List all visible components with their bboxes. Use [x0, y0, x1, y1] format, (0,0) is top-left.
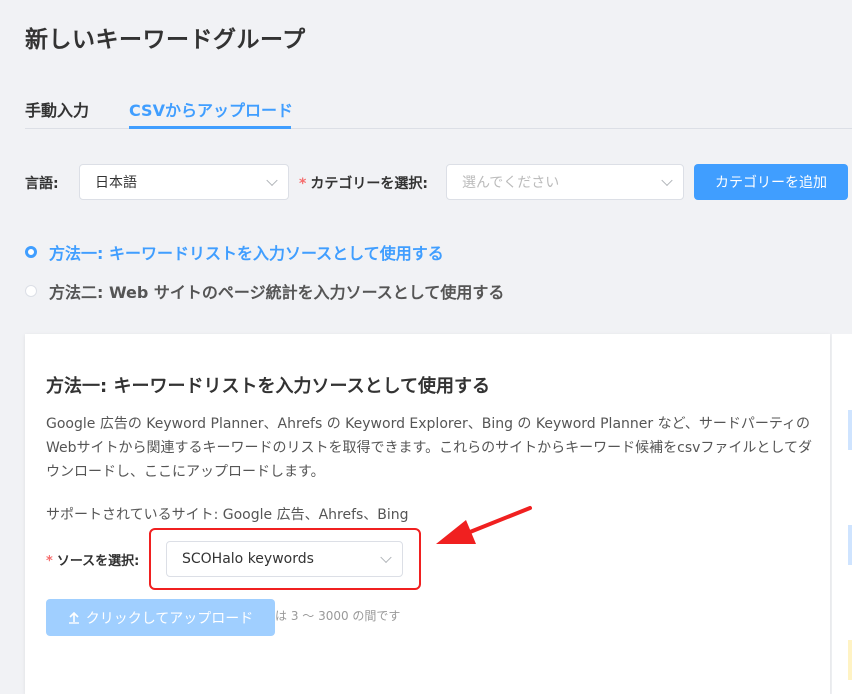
source-label-text: ソースを選択:	[56, 554, 140, 569]
language-select[interactable]: 日本語	[79, 164, 289, 200]
upload-hint: は 3 ～ 3000 の間です	[275, 609, 401, 623]
category-label: * カテゴリーを選択:	[299, 173, 428, 193]
tab-manual-input[interactable]: 手動入力	[25, 97, 89, 121]
required-mark: *	[299, 176, 307, 192]
side-panel-accent	[848, 640, 852, 680]
method-two-label: 方法二: Web サイトのページ統計を入力ソースとして使用する	[49, 283, 505, 302]
category-label-text: カテゴリーを選択:	[310, 176, 428, 192]
upload-button-label: クリックしてアップロード	[85, 610, 254, 627]
language-label: 言語:	[25, 176, 59, 192]
source-label: * ソースを選択:	[46, 550, 139, 569]
method-one-label: 方法一: キーワードリストを入力ソースとして使用する	[49, 244, 444, 263]
method-two-radio[interactable]: 方法二: Web サイトのページ統計を入力ソースとして使用する	[25, 279, 504, 303]
tab-csv-upload[interactable]: CSVからアップロード	[129, 97, 293, 121]
language-select-value: 日本語	[95, 175, 137, 191]
method-one-card: 方法一: キーワードリストを入力ソースとして使用する Google 広告の Ke…	[25, 334, 830, 694]
tab-active-indicator	[129, 126, 291, 129]
source-select[interactable]: SCOHalo keywords	[166, 541, 403, 577]
chevron-down-icon	[380, 551, 392, 564]
red-arrow-annotation	[436, 506, 532, 544]
radio-selected	[25, 246, 37, 258]
category-select[interactable]: 選んでください	[446, 164, 684, 200]
side-panel-accent	[848, 525, 852, 565]
upload-arrow-icon	[68, 611, 79, 624]
source-select-value: SCOHalo keywords	[182, 551, 314, 567]
card-description: Google 広告の Keyword Planner、Ahrefs の Keyw…	[46, 416, 812, 480]
page-title: 新しいキーワードグループ	[25, 27, 306, 53]
category-select-placeholder: 選んでください	[462, 175, 560, 191]
radio-unselected	[25, 285, 37, 297]
side-panel-accent	[848, 410, 852, 450]
required-mark: *	[46, 554, 53, 569]
upload-button[interactable]: クリックしてアップロード	[46, 599, 275, 636]
card-title: 方法一: キーワードリストを入力ソースとして使用する	[46, 376, 491, 397]
add-category-button[interactable]: カテゴリーを追加	[694, 164, 848, 200]
supported-sites: サポートされているサイト: Google 広告、Ahrefs、Bing	[46, 507, 409, 523]
method-one-radio[interactable]: 方法一: キーワードリストを入力ソースとして使用する	[25, 240, 444, 264]
chevron-down-icon	[266, 174, 278, 187]
chevron-down-icon	[661, 174, 673, 187]
